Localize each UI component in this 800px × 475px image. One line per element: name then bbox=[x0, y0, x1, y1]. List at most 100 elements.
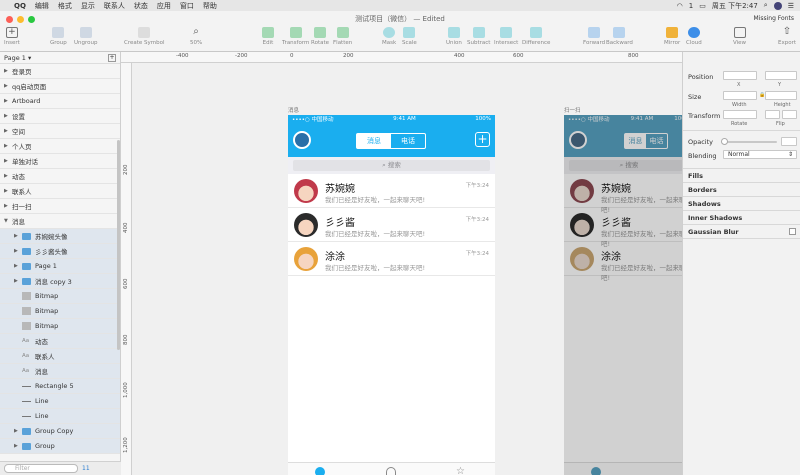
menu-contacts[interactable]: 联系人 bbox=[104, 1, 125, 11]
insert-button[interactable]: + Insert bbox=[4, 27, 20, 46]
search-bar[interactable]: ⌕ 搜索 bbox=[288, 157, 495, 174]
app-logo-icon[interactable] bbox=[293, 131, 311, 149]
chevron-right-icon[interactable]: ▶ bbox=[14, 278, 22, 284]
chevron-down-icon[interactable]: ▼ bbox=[4, 218, 12, 224]
difference-button[interactable]: Difference bbox=[522, 27, 550, 46]
app-logo-icon[interactable] bbox=[569, 131, 587, 149]
wifi-icon[interactable]: ◠ bbox=[677, 2, 683, 10]
opacity-slider-knob[interactable] bbox=[721, 138, 728, 145]
menubar-clock[interactable]: 周五 下午2:47 bbox=[712, 1, 758, 11]
gaussian-blur-section[interactable]: Gaussian Blur bbox=[683, 224, 800, 238]
segment-calls[interactable]: 电话 bbox=[646, 134, 667, 148]
chevron-right-icon[interactable]: ▶ bbox=[4, 158, 12, 164]
vertical-ruler[interactable]: 200 400 600 800 1,000 1,200 bbox=[121, 63, 132, 475]
tab-star-icon[interactable]: ☆ bbox=[456, 467, 466, 475]
chevron-right-icon[interactable]: ▶ bbox=[4, 68, 12, 74]
layer-row[interactable]: Line bbox=[0, 394, 120, 409]
chevron-right-icon[interactable]: ▶ bbox=[14, 428, 22, 434]
flip-vertical-button[interactable] bbox=[782, 110, 797, 119]
layer-row[interactable]: Rectangle 5 bbox=[0, 379, 120, 394]
mirror-button[interactable]: Mirror bbox=[664, 27, 680, 46]
chevron-right-icon[interactable]: ▶ bbox=[14, 443, 22, 449]
layer-row[interactable]: Aa 消息 bbox=[0, 364, 120, 379]
search-bar[interactable]: ⌕ 搜索 bbox=[564, 157, 682, 174]
menu-view[interactable]: 显示 bbox=[81, 1, 95, 11]
blur-checkbox[interactable] bbox=[789, 228, 796, 235]
flatten-button[interactable]: Flatten bbox=[333, 27, 352, 46]
segment-messages[interactable]: 消息 bbox=[357, 134, 391, 148]
menu-window[interactable]: 窗口 bbox=[180, 1, 194, 11]
chevron-right-icon[interactable]: ▶ bbox=[4, 173, 12, 179]
notification-center-icon[interactable]: ☰ bbox=[788, 2, 794, 10]
chevron-right-icon[interactable]: ▶ bbox=[4, 113, 12, 119]
inner-shadows-section[interactable]: Inner Shadows bbox=[683, 210, 800, 224]
layer-row[interactable]: ▶ 彡彡酱头像 bbox=[0, 244, 120, 259]
view-button[interactable]: View bbox=[733, 27, 746, 46]
flip-horizontal-button[interactable] bbox=[765, 110, 780, 119]
backward-button[interactable]: Backward bbox=[606, 27, 633, 46]
ungroup-button[interactable]: Ungroup bbox=[74, 27, 98, 46]
opacity-field[interactable] bbox=[781, 137, 797, 146]
canvas[interactable]: 消息 扫一扫 ••••○ 中国移动 9:41 AM 100% 消息 电话 + ⌕ 搜索 苏婉婉… bbox=[132, 63, 682, 475]
menu-app[interactable]: QQ bbox=[14, 2, 26, 10]
tab-messages-icon[interactable] bbox=[315, 467, 325, 475]
layer-row[interactable]: ▶ Group Copy bbox=[0, 424, 120, 439]
layer-row[interactable]: ▶ 消息 copy 3 bbox=[0, 274, 120, 289]
transform-button[interactable]: Transform bbox=[282, 27, 309, 46]
page-selector[interactable]: Page 1 ▾ + bbox=[0, 52, 120, 64]
fills-section[interactable]: Fills bbox=[683, 168, 800, 182]
missing-fonts-button[interactable]: Missing Fonts bbox=[754, 15, 794, 22]
width-field[interactable] bbox=[723, 91, 757, 100]
y-field[interactable] bbox=[765, 71, 797, 80]
chat-row[interactable]: 苏婉婉 我们已经是好友啦，一起来聊天吧! 下午3:24 bbox=[288, 174, 495, 208]
chat-row[interactable]: 涂涂 我们已经是好友啦，一起来聊天吧! 下午3:24 bbox=[288, 242, 495, 276]
layer-row[interactable]: ▶ 设置 bbox=[0, 109, 120, 124]
group-button[interactable]: Group bbox=[50, 27, 67, 46]
menu-format[interactable]: 格式 bbox=[58, 1, 72, 11]
layer-row[interactable]: Bitmap bbox=[0, 289, 120, 304]
layer-row[interactable]: Line bbox=[0, 409, 120, 424]
chat-row[interactable]: 彡彡酱我们已经是好友啦，一起来聊天吧! bbox=[564, 208, 682, 248]
layer-row[interactable]: ▶ Group bbox=[0, 439, 120, 454]
layer-row[interactable]: Bitmap bbox=[0, 304, 120, 319]
cloud-button[interactable]: Cloud bbox=[686, 27, 702, 46]
intersect-button[interactable]: Intersect bbox=[494, 27, 518, 46]
chevron-right-icon[interactable]: ▶ bbox=[14, 263, 22, 269]
chevron-right-icon[interactable]: ▶ bbox=[14, 248, 22, 254]
layer-row[interactable]: Aa 联系人 bbox=[0, 349, 120, 364]
layer-row[interactable]: ▶ 动态 bbox=[0, 169, 120, 184]
segmented-control[interactable]: 消息 电话 bbox=[356, 133, 426, 149]
chevron-right-icon[interactable]: ▶ bbox=[4, 83, 12, 89]
union-button[interactable]: Union bbox=[446, 27, 462, 46]
filter-input[interactable]: Filter bbox=[4, 464, 78, 473]
chat-row[interactable]: 彡彡酱 我们已经是好友啦，一起来聊天吧! 下午3:24 bbox=[288, 208, 495, 242]
layers-scrollbar[interactable] bbox=[117, 140, 120, 350]
menu-apps[interactable]: 应用 bbox=[157, 1, 171, 11]
export-button[interactable]: ⇧ Export bbox=[778, 27, 796, 47]
chevron-right-icon[interactable]: ▶ bbox=[4, 203, 12, 209]
artboard-scan[interactable]: ••••○ 中国移动 9:41 AM 100% 消息电话 ⌕ 搜索苏婉婉我们已经是好友啦… bbox=[564, 115, 682, 475]
layer-row[interactable]: ▶ Page 1 bbox=[0, 259, 120, 274]
add-page-icon[interactable]: + bbox=[108, 54, 116, 62]
horizontal-ruler[interactable]: -400 -200 0 200 400 600 800 bbox=[121, 52, 682, 63]
layer-row[interactable]: ▶ 单独对话 bbox=[0, 154, 120, 169]
x-field[interactable] bbox=[723, 71, 757, 80]
chevron-right-icon[interactable]: ▶ bbox=[4, 128, 12, 134]
layer-row[interactable]: ▶ 扫一扫 bbox=[0, 199, 120, 214]
chevron-right-icon[interactable]: ▶ bbox=[4, 143, 12, 149]
segment-messages[interactable]: 消息 bbox=[625, 134, 646, 148]
scale-button[interactable]: Scale bbox=[402, 27, 417, 46]
layer-row[interactable]: Bitmap bbox=[0, 319, 120, 334]
chat-row[interactable]: 苏婉婉我们已经是好友啦，一起来聊天吧! bbox=[564, 174, 682, 214]
create-symbol-button[interactable]: Create Symbol bbox=[124, 27, 165, 46]
edit-button[interactable]: Edit bbox=[262, 27, 274, 46]
spotlight-icon[interactable]: ⌕ bbox=[764, 1, 768, 10]
segmented-control[interactable]: 消息 电话 bbox=[624, 133, 668, 149]
shadows-section[interactable]: Shadows bbox=[683, 196, 800, 210]
user-avatar[interactable] bbox=[773, 1, 782, 10]
battery-icon[interactable]: ▭ bbox=[699, 2, 706, 10]
layer-row[interactable]: ▼ 消息 bbox=[0, 214, 120, 229]
blending-select[interactable]: Normal ⇕ bbox=[723, 150, 797, 159]
menu-help[interactable]: 帮助 bbox=[203, 1, 217, 11]
artboard-title[interactable]: 消息 bbox=[288, 106, 299, 114]
